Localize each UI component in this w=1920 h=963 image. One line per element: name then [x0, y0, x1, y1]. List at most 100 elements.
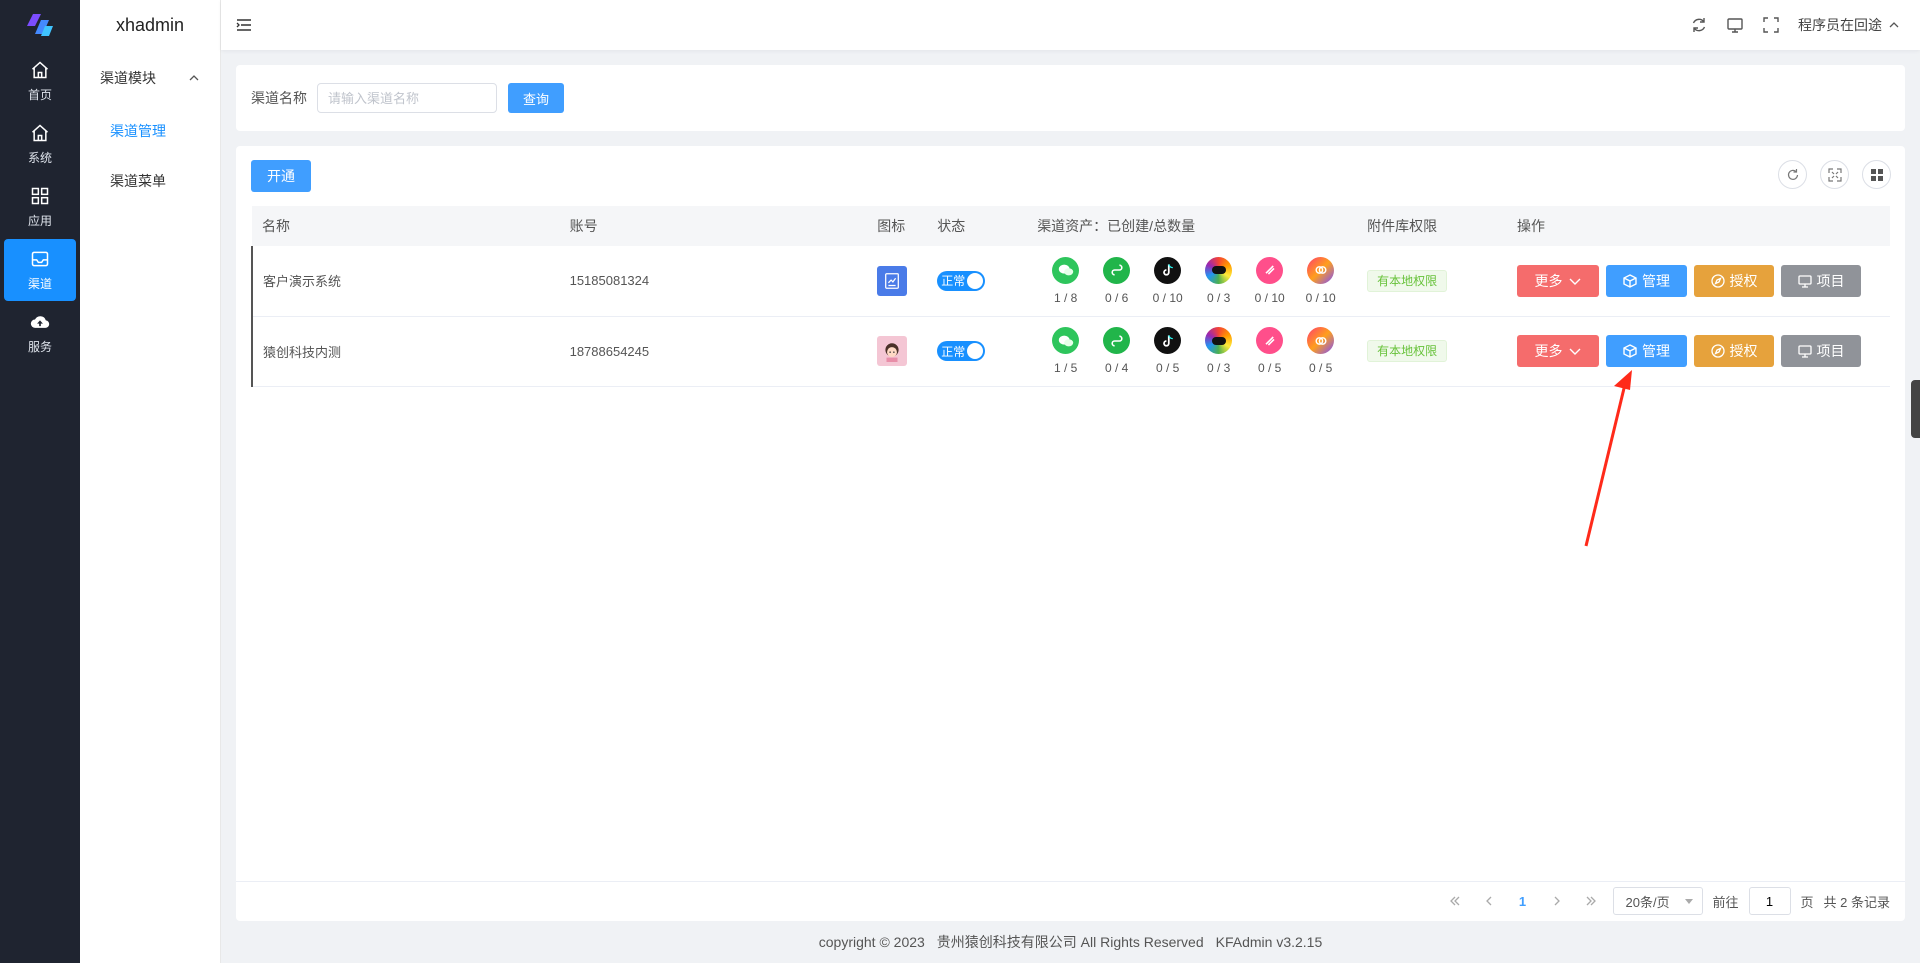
- rail-item-home[interactable]: 首页: [4, 50, 76, 112]
- column-header-permission[interactable]: 附件库权限: [1357, 206, 1507, 246]
- manage-button[interactable]: 管理: [1606, 264, 1687, 297]
- colorful-app-icon: [1205, 327, 1233, 354]
- row-name: 客户演示系统: [251, 246, 560, 317]
- tiktok-icon: [1154, 327, 1182, 354]
- rail-item-channel[interactable]: 渠道: [4, 239, 76, 301]
- column-header-status[interactable]: 状态: [927, 206, 1028, 246]
- project-button-label: 项目: [1816, 272, 1845, 289]
- app-logo[interactable]: [0, 0, 80, 50]
- asset-count: 0 / 6: [1105, 290, 1129, 305]
- asset-counts: 1 / 8 0 / 6 0 / 10 0 / 3 0 / 10 0 / 10: [1037, 256, 1357, 305]
- total-records: 共 2 条记录: [1823, 894, 1890, 910]
- chevron-down-icon: [1569, 348, 1580, 355]
- cube-icon: [1623, 344, 1637, 358]
- authorize-button[interactable]: 授权: [1694, 335, 1774, 367]
- inbox-icon: [31, 251, 49, 266]
- double-chevron-left-icon: [1449, 896, 1459, 906]
- asset-miniprogram: 0 / 6: [1098, 256, 1135, 305]
- channel-name-input[interactable]: [317, 83, 497, 113]
- rail-item-label: 系统: [27, 150, 52, 165]
- more-button[interactable]: 更多: [1517, 335, 1599, 367]
- search-panel: 渠道名称 查询: [236, 65, 1905, 131]
- monitor-icon: [1797, 345, 1812, 358]
- asset-count: 0 / 5: [1156, 361, 1180, 375]
- page-size-value: 20条/页: [1625, 894, 1670, 910]
- status-switch-label: 正常: [941, 344, 966, 359]
- asset-wechat: 1 / 8: [1047, 256, 1084, 305]
- asset-counts: 1 / 5 0 / 4 0 / 5 0 / 3 0 / 5 0 / 5: [1037, 327, 1357, 375]
- refresh-icon: [1787, 168, 1798, 180]
- chevron-right-icon: [1554, 896, 1560, 906]
- goto-page-input[interactable]: [1748, 887, 1791, 915]
- sub-menu: xhadmin 渠道模块 渠道管理 渠道菜单: [80, 0, 221, 963]
- user-name: 程序员在回途: [1798, 17, 1882, 33]
- column-header-account[interactable]: 账号: [559, 206, 868, 246]
- wechat-icon: [1052, 327, 1080, 354]
- table-fullscreen-button[interactable]: [1820, 160, 1849, 189]
- monitor-icon[interactable]: [1726, 16, 1744, 34]
- asset-count: 1 / 5: [1054, 361, 1078, 375]
- rainbow-loop-icon: [1307, 327, 1335, 354]
- authorize-button-label: 授权: [1729, 272, 1758, 289]
- column-header-name[interactable]: 名称: [252, 206, 560, 246]
- cube-icon: [1623, 273, 1637, 288]
- asset-miniprogram: 0 / 4: [1098, 327, 1135, 375]
- rainbow-loop-icon: [1307, 256, 1335, 284]
- sub-menu-group[interactable]: 渠道模块: [80, 50, 220, 106]
- last-page-button[interactable]: [1579, 889, 1603, 913]
- channel-name-label: 渠道名称: [251, 90, 307, 106]
- menu-fold-icon[interactable]: [235, 16, 253, 34]
- refresh-icon[interactable]: [1690, 16, 1708, 34]
- sub-menu-item-channel-manage[interactable]: 渠道管理: [80, 106, 220, 156]
- asset-rainbow-app: 0 / 10: [1302, 256, 1339, 305]
- permission-tag: 有本地权限: [1367, 340, 1448, 362]
- user-menu[interactable]: 程序员在回途: [1798, 15, 1900, 35]
- project-button[interactable]: 项目: [1781, 335, 1861, 367]
- fullscreen-icon[interactable]: [1762, 16, 1780, 34]
- mini-program-icon: [1103, 256, 1131, 284]
- asset-colorful-app: 0 / 3: [1200, 327, 1237, 375]
- chevron-down-icon: [1569, 278, 1580, 285]
- sub-menu-item-channel-menu[interactable]: 渠道菜单: [80, 156, 220, 206]
- page-footer: copyright © 2023 贵州猿创科技有限公司 All Rights R…: [221, 921, 1920, 963]
- asset-rainbow-app: 0 / 5: [1302, 327, 1339, 375]
- sub-menu-title: xhadmin: [115, 14, 185, 35]
- rail-item-apps[interactable]: 应用: [4, 176, 76, 238]
- status-switch[interactable]: 正常: [937, 270, 986, 291]
- authorize-button[interactable]: 授权: [1694, 264, 1774, 297]
- goto-prefix: 前往: [1712, 894, 1739, 910]
- project-button[interactable]: 项目: [1781, 264, 1861, 297]
- page-size-select[interactable]: 20条/页: [1612, 887, 1703, 915]
- prev-page-button[interactable]: [1477, 889, 1501, 913]
- sub-menu-group-label: 渠道模块: [100, 70, 156, 86]
- status-switch-label: 正常: [941, 274, 966, 289]
- pagination-divider: [236, 881, 1905, 882]
- column-header-icon[interactable]: 图标: [867, 206, 928, 246]
- asset-count: 1 / 8: [1054, 290, 1078, 305]
- rail-item-service[interactable]: 服务: [4, 302, 76, 364]
- manage-button[interactable]: 管理: [1606, 335, 1687, 367]
- pink-app-icon: [1256, 256, 1284, 284]
- channel-table: 名称 账号 图标 状态 渠道资产：已创建/总数量 附件库权限 操作 客户演示系统…: [251, 206, 1890, 387]
- asset-count: 0 / 10: [1305, 290, 1336, 305]
- asset-wechat: 1 / 5: [1047, 327, 1084, 375]
- rail-item-system[interactable]: 系统: [4, 113, 76, 175]
- asset-colorful-app: 0 / 3: [1200, 256, 1237, 305]
- open-channel-button[interactable]: 开通: [251, 160, 311, 192]
- first-page-button[interactable]: [1443, 889, 1467, 913]
- query-button[interactable]: 查询: [508, 83, 565, 113]
- table-refresh-button[interactable]: [1778, 160, 1807, 189]
- status-switch[interactable]: 正常: [937, 341, 986, 361]
- next-page-button[interactable]: [1545, 889, 1569, 913]
- more-button[interactable]: 更多: [1517, 264, 1599, 297]
- asset-pink-app: 0 / 10: [1251, 256, 1288, 305]
- side-drawer-handle[interactable]: [1911, 380, 1920, 438]
- table-columns-button[interactable]: [1862, 160, 1891, 189]
- table-row: 猿创科技内测 18788654245 正常 1 / 5 0 / 4 0 / 5 …: [251, 316, 1890, 387]
- column-header-assets[interactable]: 渠道资产：已创建/总数量: [1027, 206, 1358, 246]
- column-header-actions[interactable]: 操作: [1507, 206, 1890, 246]
- expand-icon: [1827, 167, 1842, 182]
- page-number-current[interactable]: 1: [1511, 894, 1535, 909]
- asset-count: 0 / 4: [1105, 361, 1129, 375]
- caret-down-icon: [1684, 899, 1693, 904]
